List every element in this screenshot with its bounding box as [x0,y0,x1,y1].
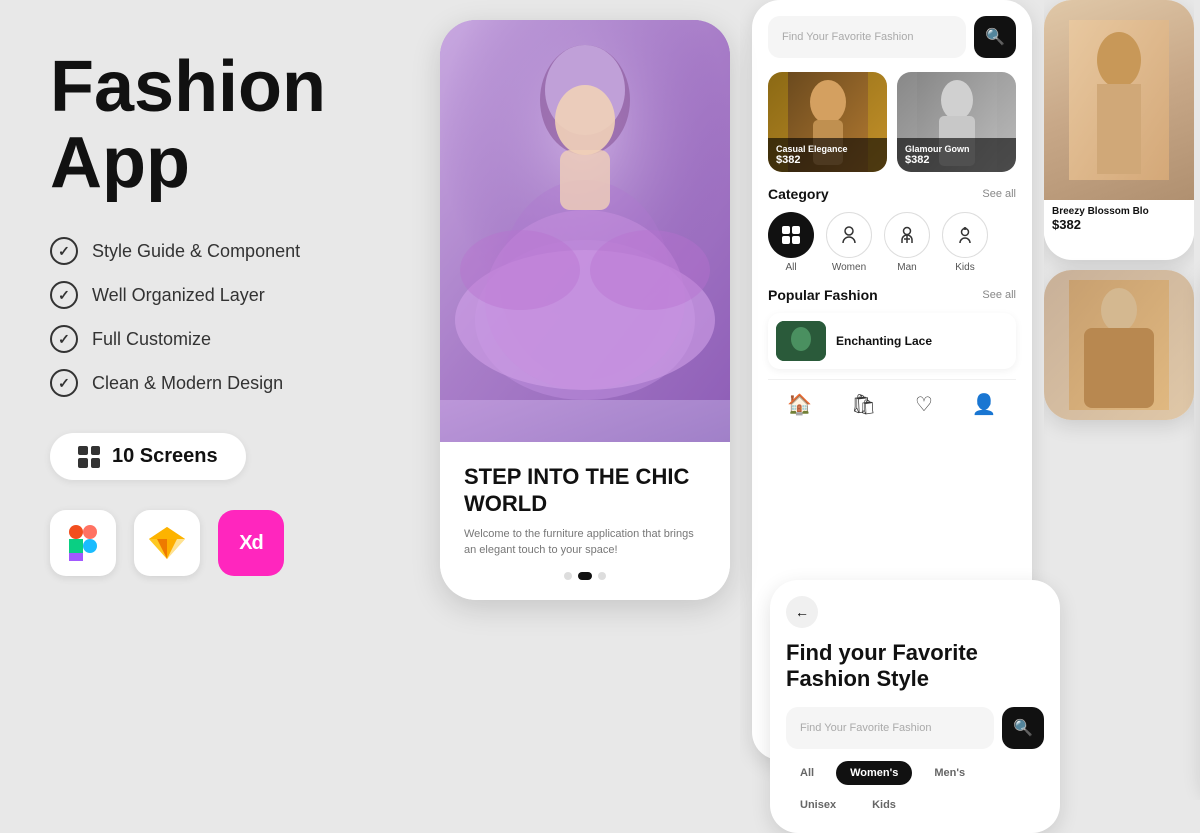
screens-badge[interactable]: 10 Screens [50,433,246,480]
nav-home-icon[interactable]: 🏠 [787,392,812,417]
search-screen-title: Find your Favorite Fashion Style [786,640,1044,693]
feature-text-2: Well Organized Layer [92,285,265,306]
model-visual [440,20,730,442]
category-header: Category See all [768,186,1016,202]
cat-women[interactable]: Women [826,212,872,273]
category-tabs: All Women's Men's Unisex Kids [786,761,1044,817]
search-screen-bar: Find Your Favorite Fashion 🔍 [786,707,1044,749]
partial-screens: Breezy Blossom Blo $382 [1044,0,1194,800]
search-input[interactable]: Find Your Favorite Fashion [768,16,966,58]
cat-all-icon [768,212,814,258]
dot-1[interactable] [564,572,572,580]
category-row: All Women Man Kids [768,212,1016,273]
nav-profile-icon[interactable]: 👤 [972,392,997,417]
tab-all[interactable]: All [786,761,828,785]
left-panel: Fashion App Style Guide & Component Well… [0,0,430,800]
cat-all[interactable]: All [768,212,814,273]
screens-label: 10 Screens [112,445,218,468]
search-back-button[interactable]: ← [786,596,818,628]
search-screen-button[interactable]: 🔍 [1002,707,1044,749]
partial-product-info: Breezy Blossom Blo $382 [1044,200,1194,238]
feature-item-4: Clean & Modern Design [50,369,380,397]
product-info-1: Casual Elegance $382 [768,138,887,172]
product-card-2[interactable]: Glamour Gown $382 [897,72,1016,172]
feature-item-3: Full Customize [50,325,380,353]
figma-icon[interactable] [50,510,116,576]
product-card-1[interactable]: Casual Elegance $382 [768,72,887,172]
cat-women-icon [826,212,872,258]
feature-text-4: Clean & Modern Design [92,373,283,394]
popular-thumb-1 [776,321,826,361]
app-title: Fashion App [50,50,380,201]
tab-womens[interactable]: Women's [836,761,912,785]
dot-3[interactable] [598,572,606,580]
partial-product-price: $382 [1052,217,1186,232]
search-bar: Find Your Favorite Fashion 🔍 [768,16,1016,58]
feature-list: Style Guide & Component Well Organized L… [50,237,380,397]
check-icon-4 [50,369,78,397]
phone-subtext: Welcome to the furniture application tha… [464,527,706,558]
cat-kids[interactable]: Kids [942,212,988,273]
search-screen-container: ← Find your Favorite Fashion Style Find … [770,580,1060,833]
product-grid: Casual Elegance $382 [768,72,1016,172]
feature-text-3: Full Customize [92,329,211,350]
popular-header: Popular Fashion See all [768,287,1016,303]
partial-product-screen: Breezy Blossom Blo $382 [1044,0,1194,260]
xd-label: Xd [239,532,263,555]
check-icon-1 [50,237,78,265]
feature-item-2: Well Organized Layer [50,281,380,309]
partial-product-image-2 [1044,270,1194,420]
feature-item-1: Style Guide & Component [50,237,380,265]
check-icon-3 [50,325,78,353]
sketch-icon[interactable] [134,510,200,576]
check-icon-2 [50,281,78,309]
partial-product-image-top [1044,0,1194,200]
carousel-dots [464,572,706,580]
partial-product-screen-2 [1044,270,1194,420]
phone-hero-image [440,20,730,442]
cat-kids-icon [942,212,988,258]
feature-text-1: Style Guide & Component [92,241,300,262]
bottom-nav: 🏠 🛍 ♡ 👤 [768,379,1016,423]
tab-unisex[interactable]: Unisex [786,793,850,817]
search-screen: ← Find your Favorite Fashion Style Find … [770,580,1060,833]
nav-bag-icon[interactable]: 🛍 [851,392,876,417]
cat-man-icon [884,212,930,258]
center-phone-area: STEP INTO THE CHIC WORLD Welcome to the … [430,0,740,800]
tab-mens[interactable]: Men's [920,761,979,785]
tab-kids[interactable]: Kids [858,793,910,817]
search-screen-input[interactable]: Find Your Favorite Fashion [786,707,994,749]
nav-heart-icon[interactable]: ♡ [915,392,933,417]
search-button[interactable]: 🔍 [974,16,1016,58]
partial-product-name: Breezy Blossom Blo [1052,206,1186,217]
popular-item-1[interactable]: Enchanting Lace [768,313,1016,369]
xd-icon[interactable]: Xd [218,510,284,576]
grid-icon [78,446,100,468]
dot-2[interactable] [578,572,592,580]
center-phone: STEP INTO THE CHIC WORLD Welcome to the … [440,20,730,600]
cat-man[interactable]: Man [884,212,930,273]
phone-bottom: STEP INTO THE CHIC WORLD Welcome to the … [440,442,730,600]
tool-icons: Xd [50,510,380,576]
phone-headline: STEP INTO THE CHIC WORLD [464,464,706,517]
product-info-2: Glamour Gown $382 [897,138,1016,172]
